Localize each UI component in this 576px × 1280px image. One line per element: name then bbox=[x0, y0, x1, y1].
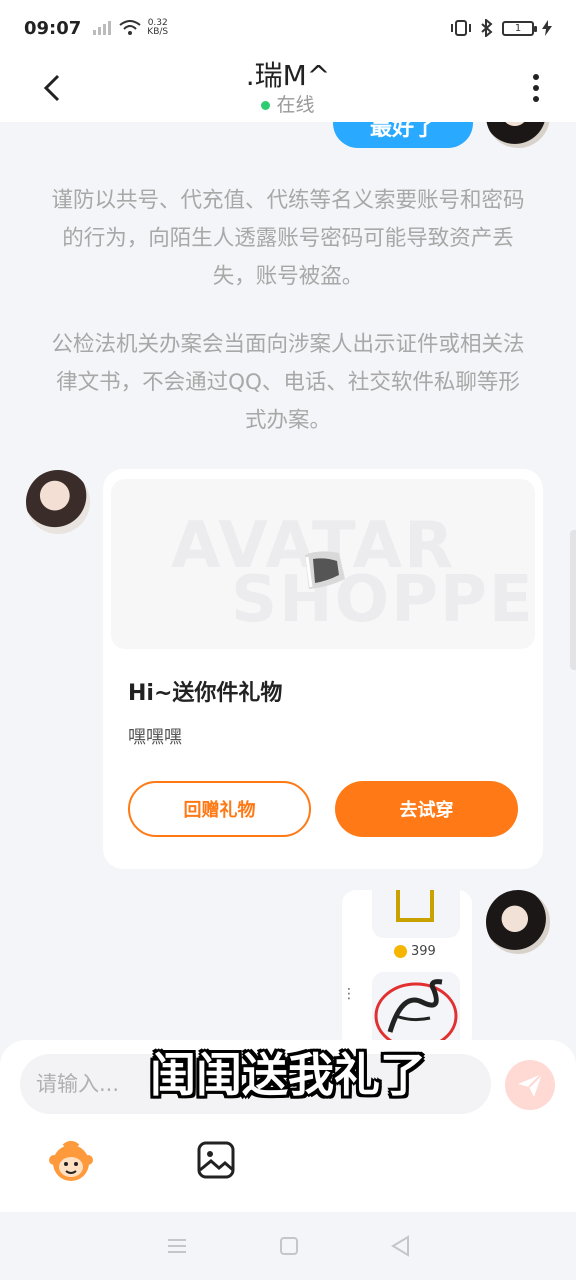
shop-item-icon bbox=[396, 890, 434, 922]
back-nav-icon[interactable] bbox=[390, 1235, 410, 1257]
system-nav-bar bbox=[0, 1212, 576, 1280]
title-block: .瑞M^ 在线 bbox=[246, 60, 331, 118]
input-bar bbox=[0, 1040, 576, 1212]
menu-icon[interactable] bbox=[166, 1237, 188, 1255]
gift-card[interactable]: AVATAR SHOPPE Hi~送你件礼物 嘿嘿嘿 回赠礼物 去试穿 bbox=[103, 469, 543, 869]
emoji-avatar-icon[interactable] bbox=[48, 1138, 94, 1184]
home-icon[interactable] bbox=[279, 1236, 299, 1256]
avatar[interactable] bbox=[26, 470, 90, 534]
gift-item-icon bbox=[305, 551, 345, 589]
net-speed: 0.32 KB/S bbox=[147, 19, 168, 37]
chat-area[interactable]: 最好了 谨防以共号、代充值、代练等名义索要账号和密码的行为，向陌生人透露账号密码… bbox=[0, 122, 576, 1040]
wifi-icon bbox=[119, 20, 141, 35]
shop-item-image bbox=[372, 972, 460, 1040]
status-time: 09:07 bbox=[24, 17, 82, 39]
online-status-label: 在线 bbox=[276, 94, 315, 116]
message-bubble-sent[interactable]: 最好了 bbox=[333, 122, 473, 148]
bluetooth-icon bbox=[481, 19, 493, 37]
status-right: 1 bbox=[450, 19, 552, 37]
send-button[interactable] bbox=[505, 1060, 555, 1110]
status-bar: 09:07 0.32 KB/S 1 bbox=[0, 0, 576, 56]
online-status: 在线 bbox=[246, 92, 331, 118]
status-icons: 0.32 KB/S bbox=[91, 19, 168, 37]
coin-icon bbox=[394, 945, 407, 958]
avatar[interactable] bbox=[486, 122, 550, 148]
price: 399 bbox=[394, 944, 436, 959]
message-input[interactable] bbox=[20, 1054, 491, 1114]
gift-image: AVATAR SHOPPE bbox=[111, 479, 535, 649]
online-dot-icon bbox=[261, 100, 271, 110]
shop-item-card[interactable]: 399 ⋮ bbox=[342, 890, 472, 1040]
legal-notice: 公检法机关办案会当面向涉案人出示证件或相关法律文书，不会通过QQ、电话、社交软件… bbox=[51, 332, 525, 433]
battery-icon: 1 bbox=[502, 20, 537, 36]
image-icon[interactable] bbox=[196, 1140, 236, 1180]
net-speed-unit: KB/S bbox=[147, 27, 169, 37]
side-drawer-handle[interactable] bbox=[570, 530, 576, 670]
gift-title: Hi~送你件礼物 bbox=[128, 681, 283, 706]
avatar[interactable] bbox=[486, 890, 550, 954]
shop-item-image bbox=[372, 890, 460, 938]
vibrate-icon bbox=[451, 20, 471, 36]
security-notice: 谨防以共号、代充值、代练等名义索要账号和密码的行为，向陌生人透露账号密码可能导致… bbox=[51, 188, 525, 289]
try-on-button[interactable]: 去试穿 bbox=[335, 781, 518, 837]
send-icon bbox=[518, 1073, 543, 1097]
back-button[interactable] bbox=[32, 64, 72, 112]
watermark-text: SHOPPE bbox=[231, 563, 535, 637]
charging-icon bbox=[542, 20, 552, 36]
gift-subtitle: 嘿嘿嘿 bbox=[128, 727, 182, 748]
chat-header: .瑞M^ 在线 bbox=[0, 56, 576, 122]
dragon-icon bbox=[374, 979, 458, 1040]
price-value: 399 bbox=[411, 944, 436, 959]
page-title: .瑞M^ bbox=[245, 59, 331, 92]
more-options-icon[interactable]: ⋮ bbox=[342, 986, 356, 1002]
more-vertical-icon bbox=[533, 74, 539, 102]
signal-icon bbox=[93, 21, 112, 35]
return-gift-button[interactable]: 回赠礼物 bbox=[128, 781, 311, 837]
more-button[interactable] bbox=[518, 64, 554, 112]
chevron-left-icon bbox=[43, 74, 60, 102]
